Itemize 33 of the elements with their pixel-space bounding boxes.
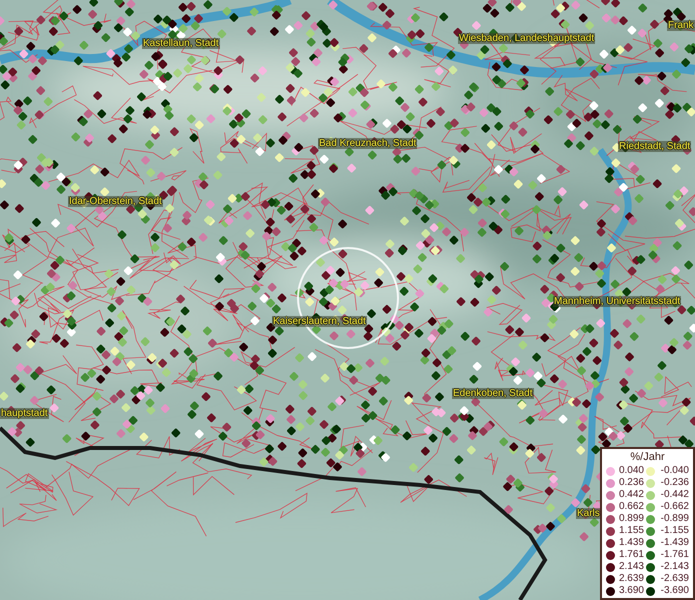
place-label: Frank — [667, 20, 695, 31]
legend-value: 0.899 — [618, 513, 644, 525]
legend-value: -1.155 — [660, 525, 689, 537]
legend-value: -0.662 — [660, 501, 689, 513]
place-label: Edenkoben, Stadt — [452, 388, 534, 399]
legend-value: 2.639 — [618, 573, 644, 585]
legend-value: -1.439 — [660, 537, 689, 549]
place-label: Karls — [576, 508, 601, 519]
place-label: Mannheim, Universitätsstadt — [553, 296, 682, 307]
legend-value: -1.761 — [660, 549, 689, 561]
legend-value: 1.439 — [618, 537, 644, 549]
place-label: Kastellaun, Stadt — [142, 38, 220, 49]
legend-value: 1.761 — [618, 549, 644, 561]
place-label: Bad Kreuznach, Stadt — [318, 138, 418, 149]
legend-value: 0.236 — [618, 477, 644, 489]
place-label: Riedstadt, Stadt — [618, 141, 692, 152]
legend-value: -0.899 — [660, 513, 689, 525]
legend-value: 0.662 — [618, 501, 644, 513]
legend-value: -0.236 — [660, 477, 689, 489]
legend-value: 3.690 — [618, 585, 644, 597]
legend-value: 0.442 — [618, 489, 644, 501]
place-label: Wiesbaden, Landeshauptstadt — [458, 33, 596, 44]
legend-value: -0.442 — [660, 489, 689, 501]
legend-value: 1.155 — [618, 525, 644, 537]
place-label: hauptstadt — [0, 408, 49, 419]
legend-value: -2.143 — [660, 561, 689, 573]
legend-value: 0.040 — [618, 465, 644, 477]
legend-value: -2.639 — [660, 573, 689, 585]
legend-value: -3.690 — [660, 585, 689, 597]
place-label: Idar-Oberstein, Stadt — [68, 196, 163, 207]
legend-value: -0.040 — [660, 465, 689, 477]
legend-value: 2.143 — [618, 561, 644, 573]
legend-title: %/Jahr — [630, 451, 665, 464]
